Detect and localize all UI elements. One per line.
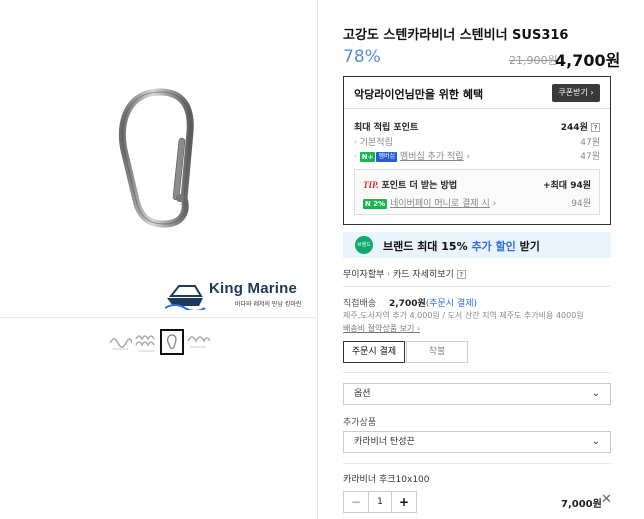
membership-badge: 멤버십 — [376, 151, 398, 162]
max-points-value: 244원 ? — [561, 120, 600, 133]
discount-rate: 78% — [343, 47, 381, 67]
max-points-label: 최대 적립 포인트 — [354, 123, 419, 133]
help-icon[interactable]: ? — [456, 270, 466, 279]
chevron-down-icon: ⌄ — [591, 388, 600, 399]
benefit-header: 악당라이언님만을 위한 혜택 쿠폰받기 › — [344, 77, 610, 109]
coupon-button[interactable]: 쿠폰받기 › — [552, 84, 600, 102]
quantity-stepper: − 1 + — [343, 491, 417, 513]
chevron-right-icon: › — [416, 324, 421, 333]
coupon-button-label: 쿠폰받기 — [558, 88, 588, 97]
basic-points-row: · 기본적립 47원 — [354, 135, 600, 148]
membership-points-label[interactable]: · N+ 멤버십 멤버십 추가 적립 › — [354, 151, 470, 162]
option-select[interactable]: 옵션 ⌄ — [343, 383, 611, 405]
thumbnail-3-selected[interactable] — [160, 329, 184, 355]
cod-button[interactable]: 착불 — [406, 341, 468, 363]
thumbnail-2[interactable] — [134, 329, 158, 355]
divider — [343, 463, 611, 464]
shipping-fee: 2,700원 — [389, 299, 426, 309]
tip-box: TIP. 포인트 더 받는 방법 +최대 94원 N 2% 네이버페이 머니로 … — [354, 169, 600, 215]
shipping-fee-note: (주문시 결제) — [425, 299, 478, 309]
increase-button[interactable]: + — [392, 492, 416, 512]
brand-discount-banner[interactable]: 브랜드 브랜드 최대 15% 추가 할인 받기 — [343, 232, 611, 258]
boat-logo-icon — [165, 285, 206, 310]
membership-points-row: · N+ 멤버십 멤버십 추가 적립 › 47원 — [354, 149, 600, 162]
sale-price: 4,700원 — [555, 51, 621, 70]
logo-name: King Marine — [209, 280, 298, 297]
shipping-label: 직접배송 — [343, 299, 377, 309]
logo-tagline: 바다와 레저의 만남 킹마린 — [235, 301, 302, 308]
thumbnail-4[interactable] — [186, 329, 211, 355]
original-price: 21,900원 — [509, 54, 558, 67]
product-gallery: King Marine 바다와 레저의 만남 킹마린 — [0, 0, 318, 519]
brand-badge-icon: 브랜드 — [355, 236, 373, 254]
pay-on-order-button[interactable]: 주문시 결제 — [343, 341, 405, 363]
basic-points-label: · 기본적립 — [354, 138, 393, 148]
addon-select-value: 카라비너 탄성끈 — [354, 437, 415, 447]
decrease-button[interactable]: − — [344, 492, 368, 512]
help-icon[interactable]: ? — [591, 123, 600, 132]
basic-points-value: 47원 — [580, 138, 600, 148]
benefit-title: 악당라이언님만을 위한 혜택 — [354, 88, 484, 101]
naver-plus-icon: N+ — [359, 151, 376, 162]
close-icon[interactable]: ✕ — [601, 492, 612, 507]
main-product-image[interactable]: King Marine 바다와 레저의 만남 킹마린 — [0, 0, 318, 318]
shipping-saving-link[interactable]: 배송비 절약상품 보기 › — [343, 323, 420, 334]
npay-badge: N 2% — [363, 198, 388, 209]
npay-row: N 2% 네이버페이 머니로 결제 시 › 94원 — [363, 196, 591, 209]
tip-value: +최대 94원 — [542, 181, 591, 191]
chevron-right-icon: › — [590, 88, 594, 97]
chevron-down-icon: ⌄ — [591, 436, 600, 447]
option-select-label: 옵션 — [354, 389, 371, 399]
quantity-input[interactable]: 1 — [368, 492, 392, 512]
line-price: 7,000원 — [561, 499, 602, 510]
npay-value: 94원 — [571, 199, 591, 209]
addon-label: 추가상품 — [343, 418, 377, 428]
carabiner-image — [118, 88, 194, 228]
shipping-extra: 제주,도서지역 추가 4,000원 / 도서 산간 지역 제주도 추가비용 40… — [343, 311, 584, 320]
shipping-row: 직접배송 2,700원(주문시 결제) — [343, 296, 477, 309]
card-installment-info[interactable]: 무이자할부 · 카드 자세히보기 ? — [343, 267, 466, 280]
benefit-box: 악당라이언님만을 위한 혜택 쿠폰받기 › 최대 적립 포인트 244원 ? ·… — [343, 76, 611, 225]
max-points-row: 최대 적립 포인트 244원 ? — [354, 120, 600, 133]
tip-row: TIP. 포인트 더 받는 방법 +최대 94원 — [363, 178, 591, 191]
divider — [343, 372, 611, 373]
addon-select[interactable]: 카라비너 탄성끈 ⌄ — [343, 431, 611, 453]
thumbnail-1[interactable] — [108, 329, 133, 355]
tip-title: 포인트 더 받는 방법 — [381, 181, 458, 191]
product-title: 고강도 스텐카라비너 스텐비너 SUS316 — [343, 28, 569, 43]
npay-label[interactable]: 네이버페이 머니로 결제 시 — [390, 199, 490, 209]
divider — [343, 286, 611, 287]
product-page: King Marine 바다와 레저의 만남 킹마린 고강도 스텐카라비너 스텐… — [0, 0, 644, 519]
thumbnail-strip — [108, 329, 213, 367]
selected-item-name: 카라비너 후크10x100 — [343, 475, 430, 485]
tip-label: TIP. — [363, 180, 379, 190]
king-marine-logo: King Marine 바다와 레저의 만남 킹마린 — [165, 278, 315, 312]
membership-points-value: 47원 — [580, 152, 600, 162]
brand-discount-text: 브랜드 최대 15% 추가 할인 받기 — [383, 240, 540, 253]
chevron-right-icon: › — [492, 199, 497, 209]
